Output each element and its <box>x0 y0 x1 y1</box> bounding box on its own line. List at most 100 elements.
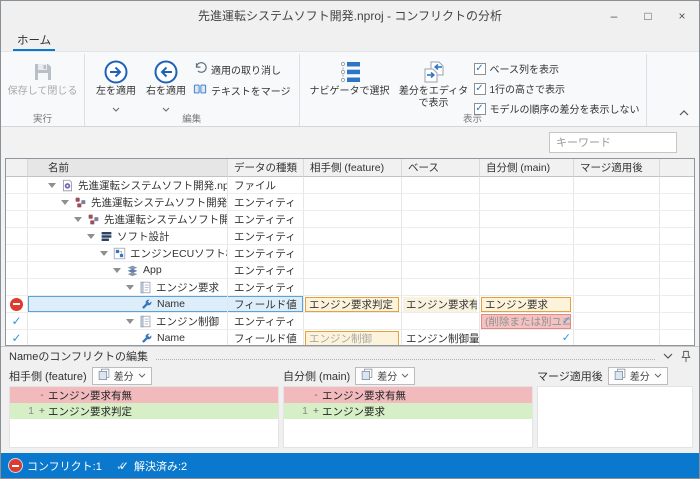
cell-name[interactable]: エンジンECUソフト構造 <box>28 245 228 262</box>
table-row[interactable]: Appエンティティ <box>6 262 694 279</box>
collapse-ribbon-button[interactable] <box>679 103 689 121</box>
cell-datatype: エンティティ <box>228 313 304 330</box>
checkbox-single-line-height[interactable]: ✓ 1行の高さで表示 <box>474 81 640 96</box>
row-name-label: Name <box>157 332 185 344</box>
merge-text-button[interactable]: テキストをマージ <box>191 81 293 99</box>
maximize-button[interactable]: □ <box>631 1 665 30</box>
pin-icon[interactable] <box>681 350 691 363</box>
cell-fill <box>660 330 694 346</box>
cell-main <box>480 262 574 279</box>
cell-main <box>480 194 574 211</box>
tree-expander-icon[interactable] <box>100 251 108 256</box>
group-label-run: 実行 <box>1 111 84 125</box>
cell-name[interactable]: Name <box>28 330 228 346</box>
cell-datatype: フィールド値 <box>228 330 304 346</box>
tree-expander-icon[interactable] <box>126 319 134 324</box>
conflict-grid: 名前 データの種類 相手側 (feature) ベース 自分側 (main) マ… <box>5 158 695 346</box>
diff-mode-button[interactable]: 差分 <box>608 367 668 385</box>
cell-feature <box>304 177 402 194</box>
column-header-merged[interactable]: マージ適用後 <box>574 159 660 177</box>
diff-mode-button[interactable]: 差分 <box>355 367 415 385</box>
keyword-search-input[interactable] <box>549 132 677 153</box>
apply-right-button[interactable]: 右を適用 <box>141 56 191 117</box>
close-button[interactable]: × <box>665 1 699 30</box>
cell-status <box>6 279 28 296</box>
ribbon-group-view: ナビゲータで選択 差分をエディタで表示 ✓ ベース列を表示 ✓ 1行の高さで表示… <box>300 54 647 126</box>
column-header-name[interactable]: 名前 <box>28 159 228 177</box>
pane-merged: マージ適用後 差分 <box>537 365 693 448</box>
cell-datatype: エンティティ <box>228 211 304 228</box>
table-row[interactable]: ✓エンジン制御エンティティ(削除または別ユニットに…✓ <box>6 313 694 330</box>
cell-name[interactable]: ソフト設計 <box>28 228 228 245</box>
diff-mode-button[interactable]: 差分 <box>92 367 152 385</box>
checkbox-show-base-column[interactable]: ✓ ベース列を表示 <box>474 61 640 76</box>
tree-expander-icon[interactable] <box>87 234 95 239</box>
column-header-datatype[interactable]: データの種類 <box>228 159 304 177</box>
cell-feature <box>304 194 402 211</box>
table-row[interactable]: 先進運転システムソフト開発（Gitデモ）エンティティ <box>6 194 694 211</box>
cell-main <box>480 245 574 262</box>
column-header-main[interactable]: 自分側 (main) <box>480 159 574 177</box>
resolved-count: ✓✓ 解決済み:2 <box>116 458 187 474</box>
cell-merge <box>574 296 660 313</box>
cell-name[interactable]: 先進運転システムソフト開発.nproj の差分 <box>28 177 228 194</box>
pane-label-merged: マージ適用後 <box>537 368 603 384</box>
editor-panel-header: Nameのコンフリクトの編集 <box>1 347 699 365</box>
save-icon <box>31 58 55 86</box>
wrench-icon <box>139 297 153 311</box>
cell-merge <box>574 279 660 296</box>
cell-name[interactable]: エンジン制御 <box>28 313 228 330</box>
cell-value: エンジン制御 <box>305 331 399 346</box>
column-header-feature[interactable]: 相手側 (feature) <box>304 159 402 177</box>
window-title: 先進運転システムソフト開発.nproj - コンフリクトの分析 <box>1 7 699 24</box>
cell-merge <box>574 194 660 211</box>
undo-apply-button[interactable]: 適用の取り消し <box>191 60 293 78</box>
table-row[interactable]: Nameフィールド値エンジン要求判定エンジン要求有無エンジン要求 <box>6 296 694 313</box>
save-and-close-button[interactable]: 保存して閉じる <box>7 56 78 98</box>
minimize-button[interactable]: – <box>597 1 631 30</box>
tree-expander-icon[interactable] <box>48 183 56 188</box>
diff-text-merged[interactable] <box>537 386 693 448</box>
tab-home[interactable]: ホーム <box>13 30 55 51</box>
table-row[interactable]: 先進運転システムソフト開発（Gitデモ）エンティティ <box>6 211 694 228</box>
grid-header: 名前 データの種類 相手側 (feature) ベース 自分側 (main) マ… <box>6 159 694 177</box>
cell-name[interactable]: App <box>28 262 228 279</box>
table-row[interactable]: ✓Nameフィールド値エンジン制御エンジン制御量✓ <box>6 330 694 346</box>
select-in-navigator-button[interactable]: ナビゲータで選択 <box>306 56 394 98</box>
chevron-down-icon[interactable] <box>663 353 673 359</box>
navigator-icon <box>337 58 363 86</box>
title-bar: 先進運転システムソフト開発.nproj - コンフリクトの分析 – □ × <box>1 1 699 30</box>
cell-name[interactable]: 先進運転システムソフト開発（Gitデモ） <box>28 211 228 228</box>
cell-main <box>480 279 574 296</box>
conflict-count: コンフリクト:1 <box>9 458 102 474</box>
cell-datatype: エンティティ <box>228 194 304 211</box>
cell-merge <box>574 330 660 346</box>
cell-merge <box>574 228 660 245</box>
table-row[interactable]: 先進運転システムソフト開発.nproj の差分ファイル <box>6 177 694 194</box>
diff-text-feature[interactable]: -エンジン要求有無1+エンジン要求判定 <box>9 386 279 448</box>
show-diff-in-editor-button[interactable]: 差分をエディタで表示 <box>394 56 474 110</box>
apply-left-icon <box>103 58 129 86</box>
cell-merge <box>574 262 660 279</box>
apply-left-button[interactable]: 左を適用 <box>91 56 141 117</box>
tree-expander-icon[interactable] <box>113 268 121 273</box>
ribbon-group-edit: 左を適用 右を適用 適用の取り消し テキストをマージ 編集 <box>85 54 300 126</box>
cell-fill <box>660 177 694 194</box>
table-row[interactable]: エンジン要求エンティティ <box>6 279 694 296</box>
cell-name[interactable]: エンジン要求 <box>28 279 228 296</box>
column-header-base[interactable]: ベース <box>402 159 480 177</box>
cell-name[interactable]: Name <box>28 296 228 313</box>
tree-expander-icon[interactable] <box>126 285 134 290</box>
file-diff-icon <box>60 178 74 192</box>
cell-feature <box>304 279 402 296</box>
cell-merge <box>574 211 660 228</box>
column-header-status[interactable] <box>6 159 28 177</box>
diff-text-main[interactable]: -エンジン要求有無1+エンジン要求 <box>283 386 533 448</box>
tree-expander-icon[interactable] <box>61 200 69 205</box>
cell-name[interactable]: 先進運転システムソフト開発（Gitデモ） <box>28 194 228 211</box>
column-header-filler <box>660 159 694 177</box>
table-row[interactable]: ソフト設計エンティティ <box>6 228 694 245</box>
table-row[interactable]: エンジンECUソフト構造エンティティ <box>6 245 694 262</box>
wrench-icon <box>139 331 153 345</box>
tree-expander-icon[interactable] <box>74 217 82 222</box>
